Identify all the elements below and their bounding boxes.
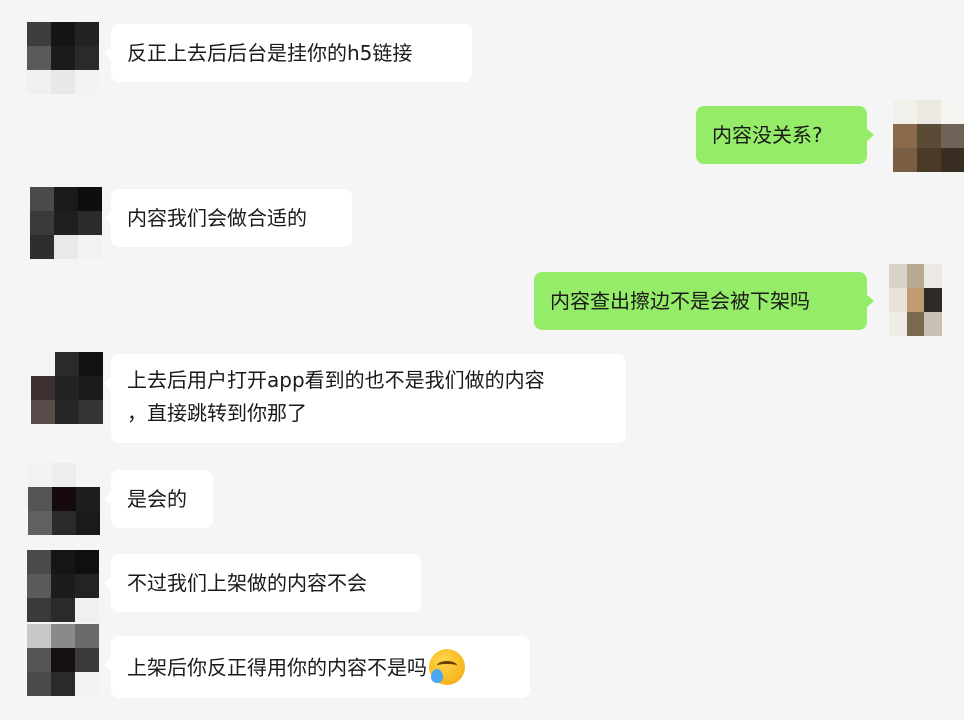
message-text-line-1: 上去后用户打开app看到的也不是我们做的内容 [127, 368, 545, 392]
message-bubble[interactable]: 上去后用户打开app看到的也不是我们做的内容 ，直接跳转到你那了 [104, 354, 626, 443]
message-text-line-2: ，直接跳转到你那了 [127, 401, 307, 425]
message-bubble[interactable]: 内容我们会做合适的 [104, 189, 352, 247]
message-bubble[interactable]: 反正上去后后台是挂你的h5链接 [104, 24, 472, 82]
avatar[interactable] [27, 22, 99, 94]
avatar[interactable] [30, 187, 102, 259]
avatar[interactable] [27, 624, 99, 696]
message-text: 内容没关系? [712, 123, 823, 147]
message-bubble[interactable]: 内容没关系? [696, 106, 874, 164]
message-bubble[interactable]: 内容查出擦边不是会被下架吗 [534, 272, 874, 330]
avatar[interactable] [27, 550, 99, 622]
avatar[interactable] [893, 100, 964, 172]
avatar[interactable] [889, 264, 942, 336]
message-text: 内容查出擦边不是会被下架吗 [550, 289, 810, 313]
message-text: 上架后你反正得用你的内容不是吗 [127, 655, 427, 680]
message-text: 是会的 [127, 487, 187, 511]
message-bubble[interactable]: 不过我们上架做的内容不会 [104, 554, 421, 612]
avatar[interactable] [28, 463, 100, 535]
message-bubble[interactable]: 上架后你反正得用你的内容不是吗 [104, 636, 530, 698]
message-text: 反正上去后后台是挂你的h5链接 [127, 41, 413, 65]
facepalm-cry-emoji-icon [429, 649, 465, 685]
message-text: 不过我们上架做的内容不会 [127, 571, 367, 595]
message-bubble[interactable]: 是会的 [104, 470, 213, 528]
message-text: 内容我们会做合适的 [127, 206, 307, 230]
avatar[interactable] [31, 352, 103, 424]
chat-window: 反正上去后后台是挂你的h5链接 内容没关系? 内容我们会做合适的 内容查出擦边不… [0, 0, 964, 720]
